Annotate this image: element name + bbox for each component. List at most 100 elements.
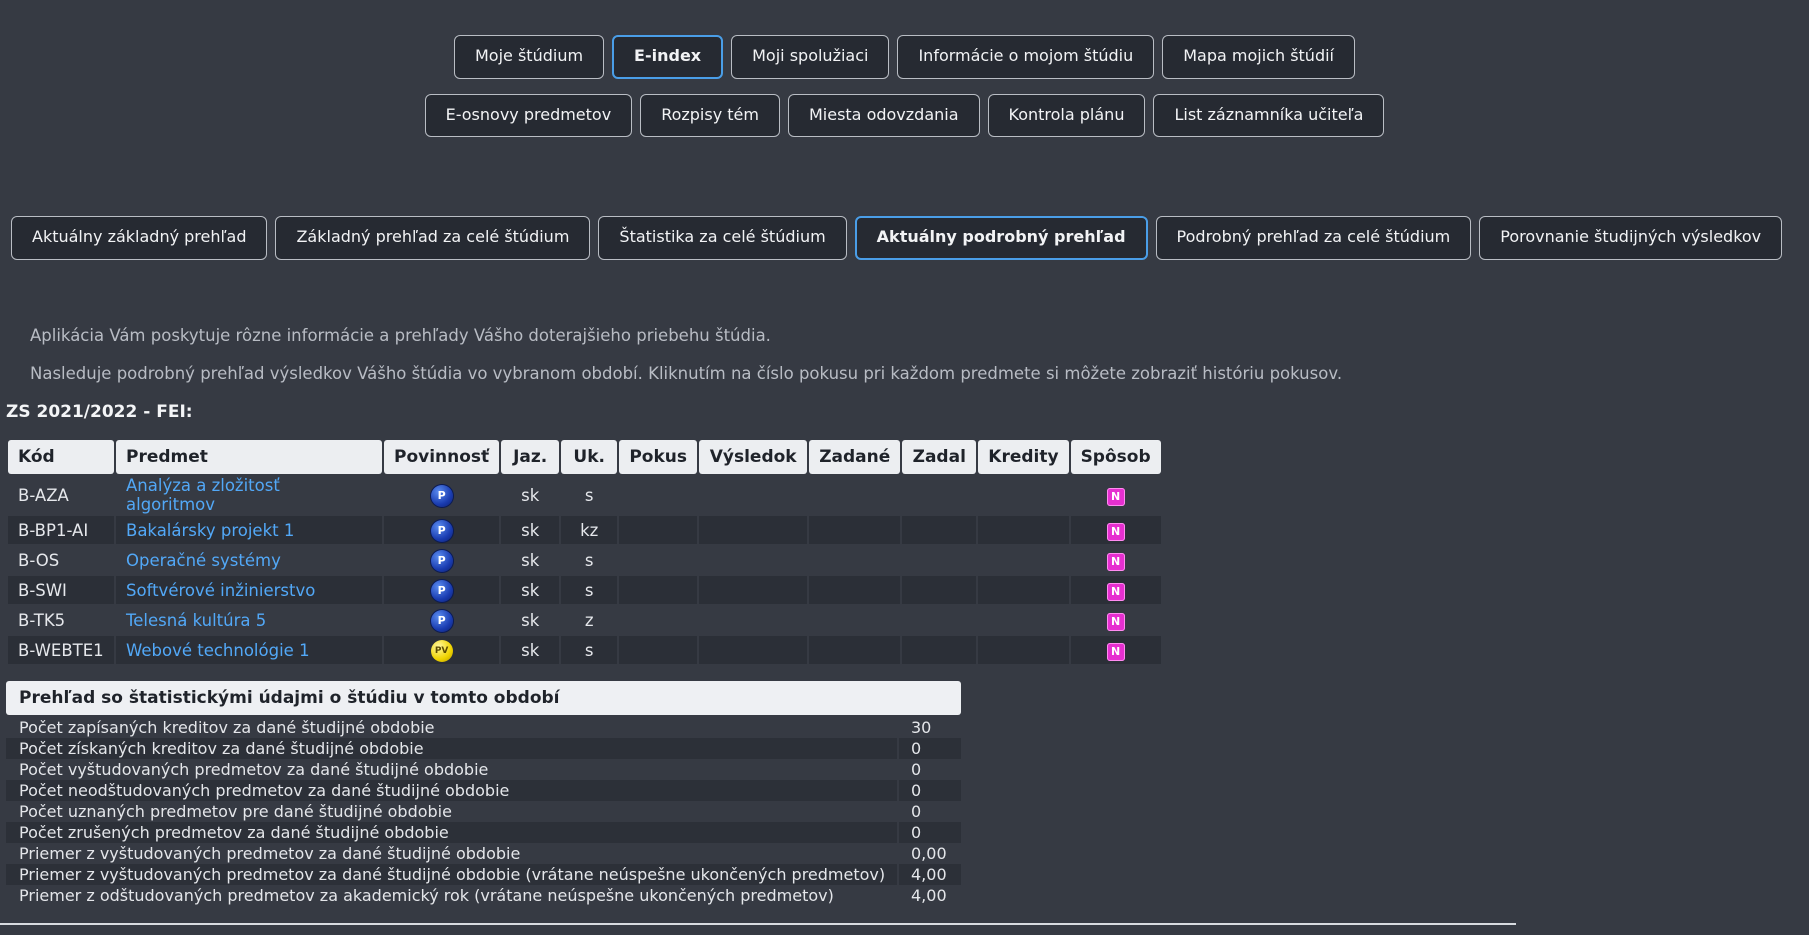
col-predmet: Predmet [116, 440, 382, 474]
stat-label: Počet zapísaných kreditov za dané študij… [19, 718, 435, 737]
view-tabs: Aktuálny základný prehľad Základný prehľ… [11, 216, 1801, 260]
col-zadal: Zadal [902, 440, 977, 474]
stat-value: 0 [897, 780, 961, 801]
table-row: B-WEBTE1 Webové technológie 1 PV sk s N [8, 636, 1161, 664]
cell-zadal [902, 606, 977, 634]
cell-kredity [978, 516, 1069, 544]
cell-duty: P [384, 476, 500, 514]
cell-duty: P [384, 606, 500, 634]
nav-mapa-button[interactable]: Mapa mojich štúdií [1162, 35, 1355, 79]
mode-badge-icon: N [1106, 522, 1125, 541]
info-text: Aplikácia Vám poskytuje rôzne informácie… [30, 326, 771, 345]
stat-row: Počet zrušených predmetov za dané študij… [6, 822, 961, 843]
cell-uk: s [561, 546, 618, 574]
cell-pokus [619, 606, 698, 634]
nav-kontrola-button[interactable]: Kontrola plánu [987, 94, 1146, 137]
cell-mode: N [1070, 516, 1161, 544]
nav-e-index-button[interactable]: E-index [612, 35, 724, 79]
primary-nav: Moje štúdium E-index Moji spolužiaci Inf… [0, 35, 1809, 79]
course-link[interactable]: Telesná kultúra 5 [126, 611, 266, 630]
col-ukoncenie: Uk. [561, 440, 618, 474]
cell-uk: kz [561, 516, 618, 544]
stat-row: Počet neodštudovaných predmetov za dané … [6, 780, 961, 801]
nav-informacie-button[interactable]: Informácie o mojom štúdiu [897, 35, 1155, 79]
stat-label: Počet zrušených predmetov za dané študij… [6, 822, 898, 843]
compulsory-badge-icon: P [430, 519, 453, 542]
mode-badge-icon: N [1106, 552, 1125, 571]
cell-vysledok [699, 546, 808, 574]
course-link[interactable]: Operačné systémy [126, 551, 281, 570]
elective-badge-icon: PV [430, 640, 453, 662]
mode-badge-icon: N [1106, 487, 1125, 506]
cell-code: B-OS [8, 546, 114, 574]
tab-aktualny-zakladny[interactable]: Aktuálny základný prehľad [11, 216, 268, 260]
cell-zadane [809, 606, 901, 634]
tab-zakladny-cele[interactable]: Základný prehľad za celé štúdium [275, 216, 591, 260]
stats-table: Počet zapísaných kreditov za dané študij… [6, 717, 961, 906]
col-zadane: Zadané [809, 440, 901, 474]
stat-row: Počet uznaných predmetov pre dané študij… [6, 801, 961, 822]
table-row: B-TK5 Telesná kultúra 5 P sk z N [8, 606, 1161, 634]
nav-e-osnovy-button[interactable]: E-osnovy predmetov [424, 94, 633, 137]
nav-moje-studium-button[interactable]: Moje štúdium [454, 35, 605, 79]
stat-row: Počet zapísaných kreditov za dané študij… [6, 717, 961, 738]
cell-zadal [902, 546, 977, 574]
cell-pokus [619, 576, 698, 604]
nav-spoluziaci-button[interactable]: Moji spolužiaci [731, 35, 890, 79]
col-sposob: Spôsob [1070, 440, 1161, 474]
cell-vysledok [699, 516, 808, 544]
cell-code: B-SWI [8, 576, 114, 604]
course-link[interactable]: Analýza a zložitosť algoritmov [126, 476, 280, 514]
nav-list-button[interactable]: List záznamníka učiteľa [1153, 94, 1385, 137]
stat-label: Počet neodštudovaných predmetov za dané … [6, 780, 898, 801]
course-link[interactable]: Bakalársky projekt 1 [126, 521, 294, 540]
course-link[interactable]: Webové technológie 1 [126, 641, 310, 660]
stat-value: 0,00 [897, 843, 961, 864]
stat-value: 0 [897, 801, 961, 822]
info-text-detail: Nasleduje podrobný prehľad výsledkov Váš… [30, 364, 1343, 383]
cell-mode: N [1070, 546, 1161, 574]
stat-row: Počet získaných kreditov za dané študijn… [6, 738, 961, 759]
cell-pokus [619, 516, 698, 544]
compulsory-badge-icon: P [430, 609, 453, 632]
cell-uk: s [561, 476, 618, 514]
course-link[interactable]: Softvérové inžinierstvo [126, 581, 315, 600]
stat-value: 0 [897, 738, 961, 759]
cell-duty: P [384, 576, 500, 604]
cell-zadal [902, 636, 977, 664]
cell-zadane [809, 636, 901, 664]
cell-uk: z [561, 606, 618, 634]
cell-course: Webové technológie 1 [116, 636, 382, 664]
nav-miesta-button[interactable]: Miesta odovzdania [787, 94, 980, 137]
col-jazyk: Jaz. [501, 440, 560, 474]
compulsory-badge-icon: P [430, 549, 453, 572]
cell-zadane [809, 546, 901, 574]
tab-porovnanie[interactable]: Porovnanie študijných výsledkov [1479, 216, 1783, 260]
cell-lang: sk [501, 636, 560, 664]
cell-kredity [978, 576, 1069, 604]
cell-kredity [978, 546, 1069, 574]
cell-duty: PV [384, 636, 500, 664]
cell-duty: P [384, 546, 500, 574]
cell-kredity [978, 606, 1069, 634]
stat-label: Počet získaných kreditov za dané študijn… [6, 738, 898, 759]
nav-rozpisy-button[interactable]: Rozpisy tém [640, 94, 780, 137]
tab-aktualny-podrobny[interactable]: Aktuálny podrobný prehľad [854, 216, 1148, 260]
cell-lang: sk [501, 606, 560, 634]
cell-pokus [619, 636, 698, 664]
cell-lang: sk [501, 546, 560, 574]
table-row: B-BP1-AI Bakalársky projekt 1 P sk kz N [8, 516, 1161, 544]
tab-statistika-cele[interactable]: Štatistika za celé štúdium [598, 216, 847, 260]
bottom-divider [0, 923, 1516, 925]
stat-row: Počet vyštudovaných predmetov za dané št… [6, 759, 961, 780]
table-row: B-SWI Softvérové inžinierstvo P sk s N [8, 576, 1161, 604]
stat-value: 0 [897, 822, 961, 843]
cell-course: Analýza a zložitosť algoritmov [116, 476, 382, 514]
compulsory-badge-icon: P [430, 579, 453, 602]
cell-kredity [978, 476, 1069, 514]
cell-uk: s [561, 636, 618, 664]
cell-course: Operačné systémy [116, 546, 382, 574]
tab-podrobny-cele[interactable]: Podrobný prehľad za celé štúdium [1155, 216, 1472, 260]
cell-vysledok [699, 576, 808, 604]
cell-vysledok [699, 606, 808, 634]
